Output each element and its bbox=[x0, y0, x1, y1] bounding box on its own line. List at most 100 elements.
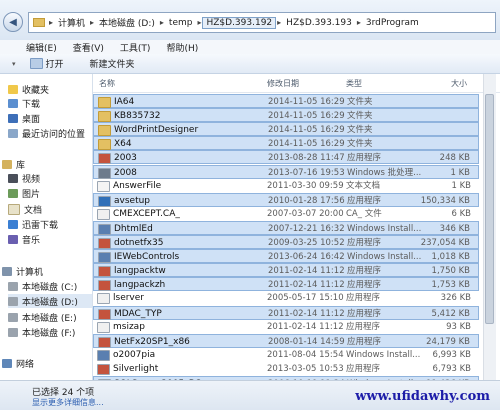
file-name: NetFx20SP1_x86 bbox=[114, 336, 190, 347]
list-item[interactable]: KB835732 2014-11-05 16:29 文件夹 bbox=[93, 108, 479, 123]
nav-drive-f[interactable]: 本地磁盘 (F:) bbox=[8, 325, 75, 339]
file-size: 237,054 KB bbox=[420, 238, 470, 248]
menu-view[interactable]: 查看(V) bbox=[65, 41, 112, 54]
nav-drive-e[interactable]: 本地磁盘 (E:) bbox=[8, 310, 77, 324]
crumb-computer[interactable]: 计算机 bbox=[54, 16, 89, 29]
organize-button[interactable]: ▾ bbox=[6, 60, 24, 68]
menu-tools[interactable]: 工具(T) bbox=[112, 41, 159, 54]
installer-icon bbox=[98, 223, 111, 235]
breadcrumb[interactable]: ▸ 计算机 ▸ 本地磁盘 (D:) ▸ temp ▸ HZ$D.393.192 … bbox=[28, 12, 496, 33]
list-item[interactable]: lserver 2005-05-17 15:10 应用程序 326 KB bbox=[93, 291, 479, 305]
list-item[interactable]: o2007pia 2011-08-04 15:54 Windows Install.… bbox=[93, 348, 479, 362]
file-name: X64 bbox=[114, 139, 132, 150]
list-item[interactable]: NetFx20SP1_x86 2008-01-14 14:59 应用程序 24,179… bbox=[93, 333, 479, 348]
list-item[interactable]: MDAC_TYP 2011-02-14 11:12 应用程序 5,412 KB bbox=[93, 305, 479, 320]
menu-help[interactable]: 帮助(H) bbox=[158, 41, 206, 54]
computer-icon bbox=[2, 266, 12, 276]
nav-pictures[interactable]: 图片 bbox=[8, 186, 40, 200]
folder-icon bbox=[98, 139, 111, 151]
file-size: 5,412 KB bbox=[431, 308, 470, 319]
file-date: 2013-08-28 11:47 bbox=[268, 153, 345, 164]
nav-downloads[interactable]: 下载 bbox=[8, 96, 40, 110]
nav-favorites[interactable]: 收藏夹 bbox=[8, 82, 49, 96]
picture-icon bbox=[8, 188, 18, 198]
file-name: IEWebControls bbox=[114, 252, 180, 263]
list-item[interactable]: avsetup 2010-01-28 17:56 应用程序 150,334 KB bbox=[93, 192, 479, 207]
col-type[interactable]: 类型 bbox=[346, 78, 362, 89]
list-item[interactable]: msizap 2011-02-14 11:12 应用程序 93 KB bbox=[93, 320, 479, 334]
nav-libraries[interactable]: 库 bbox=[2, 157, 25, 171]
file-date: 2007-03-07 20:00 bbox=[267, 208, 344, 219]
open-icon bbox=[29, 58, 43, 69]
address-bar: ◀ ▸ 计算机 ▸ 本地磁盘 (D:) ▸ temp ▸ HZ$D.393.19… bbox=[0, 0, 500, 41]
nav-drive-c[interactable]: 本地磁盘 (C:) bbox=[8, 279, 77, 293]
file-name: msizap bbox=[113, 321, 145, 332]
nav-computer[interactable]: 计算机 bbox=[2, 264, 43, 278]
file-type: 应用程序 bbox=[346, 363, 381, 374]
list-item[interactable]: AnswerFile 2011-03-30 09:59 文本文档 1 KB bbox=[93, 179, 479, 193]
crumb-hz192[interactable]: HZ$D.393.192 bbox=[202, 16, 277, 29]
nav-documents[interactable]: 文档 bbox=[8, 202, 42, 216]
status-bar: 已选择 24 个项 显示更多详细信息... www.ufidawhy.com bbox=[0, 380, 500, 410]
list-item[interactable]: langpacktw 2011-02-14 11:12 应用程序 1,750 KB bbox=[93, 263, 479, 278]
file-date: 2007-12-21 16:32 bbox=[268, 223, 345, 234]
list-item[interactable]: Silverlight 2013-03-05 10:53 应用程序 6,793 KB bbox=[93, 362, 479, 376]
list-item[interactable]: 2008 2013-07-16 19:53 Windows 批处理... 1 KB bbox=[93, 164, 479, 179]
file-date: 2011-02-14 11:12 bbox=[268, 280, 345, 291]
file-size: 150,334 KB bbox=[420, 195, 470, 206]
col-name[interactable]: 名称 bbox=[99, 78, 115, 89]
nav-music[interactable]: 音乐 bbox=[8, 232, 40, 246]
scrollbar-thumb[interactable] bbox=[485, 94, 494, 324]
nav-network[interactable]: 网络 bbox=[2, 356, 34, 370]
network-icon bbox=[2, 358, 12, 368]
list-item[interactable]: dotnetfx35 2009-03-25 10:52 应用程序 237,054 KB bbox=[93, 235, 479, 249]
app-icon bbox=[98, 153, 111, 165]
list-item[interactable]: 2003 2013-08-28 11:47 应用程序 248 KB bbox=[93, 150, 479, 165]
crumb-drive-d[interactable]: 本地磁盘 (D:) bbox=[95, 16, 159, 29]
file-name: Silverlight bbox=[113, 363, 159, 374]
file-name: WordPrintDesigner bbox=[114, 125, 199, 136]
watermark: www.ufidawhy.com bbox=[355, 389, 490, 404]
new-folder-button[interactable]: 新建文件夹 bbox=[84, 57, 141, 70]
list-item[interactable]: X64 2014-11-05 16:29 文件夹 bbox=[93, 136, 479, 151]
file-name: langpackzh bbox=[114, 280, 166, 291]
menu-bar: 编辑(E) 查看(V) 工具(T) 帮助(H) bbox=[0, 40, 500, 54]
crumb-temp[interactable]: temp bbox=[165, 18, 197, 28]
show-details-link[interactable]: 显示更多详细信息... bbox=[32, 397, 104, 408]
file-size: 6,793 KB bbox=[432, 363, 471, 374]
list-item[interactable]: IA64 2014-11-05 16:29 文件夹 bbox=[93, 94, 479, 108]
list-item[interactable]: WordPrintDesigner 2014-11-05 16:29 文件夹 bbox=[93, 122, 479, 137]
list-item[interactable]: langpackzh 2011-02-14 11:12 应用程序 1,753 KB bbox=[93, 277, 479, 292]
folder-icon bbox=[98, 125, 111, 137]
nav-drive-d[interactable]: 本地磁盘 (D:) bbox=[8, 294, 92, 308]
col-size[interactable]: 大小 bbox=[451, 78, 467, 89]
nav-desktop[interactable]: 桌面 bbox=[8, 111, 40, 125]
crumb-3rdprogram[interactable]: 3rdProgram bbox=[362, 18, 423, 28]
file-date: 2014-11-05 16:29 bbox=[268, 111, 345, 122]
app-icon bbox=[98, 280, 111, 292]
installer-icon bbox=[97, 349, 110, 361]
file-date: 2010-01-28 17:56 bbox=[268, 195, 345, 206]
file-name: lserver bbox=[113, 293, 144, 304]
list-item[interactable]: CMEXCEPT.CA_ 2007-03-07 20:00 CA_ 文件 6 KB bbox=[93, 207, 479, 221]
file-name: o2007pia bbox=[113, 349, 156, 360]
nav-thunder[interactable]: 迅雷下载 bbox=[8, 217, 58, 231]
file-date: 2013-06-24 16:42 bbox=[268, 252, 345, 263]
video-icon bbox=[8, 173, 18, 183]
batch-icon bbox=[98, 167, 111, 179]
col-date[interactable]: 修改日期 bbox=[267, 78, 299, 89]
file-size: 1,750 KB bbox=[431, 266, 470, 277]
file-type: 文本文档 bbox=[346, 180, 381, 191]
list-item[interactable]: DhtmlEd 2007-12-21 16:32 Windows Install..… bbox=[93, 220, 479, 235]
file-date: 2005-05-17 15:10 bbox=[267, 293, 344, 304]
new-folder-label: 新建文件夹 bbox=[89, 60, 135, 70]
back-button[interactable]: ◀ bbox=[3, 12, 23, 32]
scrollbar[interactable] bbox=[483, 74, 496, 380]
crumb-hz193[interactable]: HZ$D.393.193 bbox=[282, 18, 356, 28]
open-button[interactable]: 打开 bbox=[24, 57, 70, 70]
menu-edit[interactable]: 编辑(E) bbox=[18, 41, 65, 54]
nav-recent[interactable]: 最近访问的位置 bbox=[8, 126, 85, 140]
file-name: 2008 bbox=[114, 167, 137, 178]
nav-videos[interactable]: 视频 bbox=[8, 171, 40, 185]
list-item[interactable]: IEWebControls 2013-06-24 16:42 Windows Ins… bbox=[93, 249, 479, 264]
